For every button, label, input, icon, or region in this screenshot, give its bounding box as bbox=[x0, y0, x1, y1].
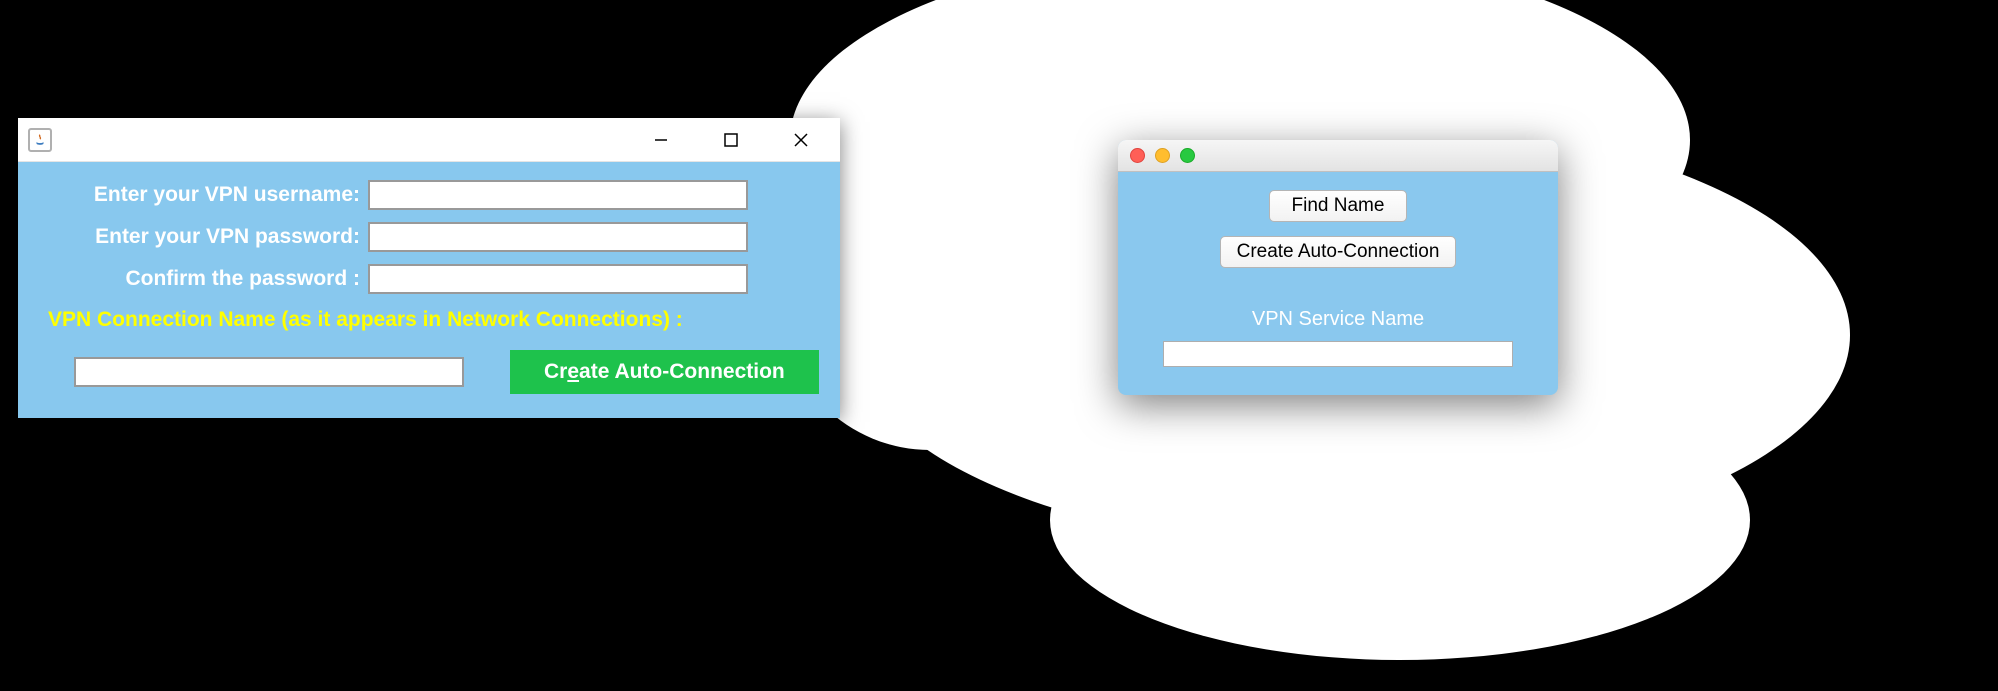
username-label: Enter your VPN username: bbox=[38, 183, 368, 207]
vpn-service-name-input[interactable] bbox=[1163, 341, 1513, 367]
create-button-prefix: Cr bbox=[544, 360, 567, 383]
zoom-button[interactable] bbox=[1180, 148, 1195, 163]
password-input[interactable] bbox=[368, 222, 748, 252]
find-name-button[interactable]: Find Name bbox=[1269, 190, 1408, 222]
java-icon bbox=[28, 128, 52, 152]
password-row: Enter your VPN password: bbox=[38, 222, 820, 252]
maximize-button[interactable] bbox=[696, 118, 766, 162]
create-auto-connection-button[interactable]: Create Auto-Connection bbox=[1220, 236, 1457, 268]
confirm-label: Confirm the password : bbox=[38, 267, 368, 291]
minimize-button[interactable] bbox=[1155, 148, 1170, 163]
close-button[interactable] bbox=[766, 118, 836, 162]
password-label: Enter your VPN password: bbox=[38, 225, 368, 249]
bottom-row: Create Auto-Connection bbox=[38, 350, 820, 394]
window-controls bbox=[626, 118, 836, 162]
minimize-button[interactable] bbox=[626, 118, 696, 162]
username-input[interactable] bbox=[368, 180, 748, 210]
close-button[interactable] bbox=[1130, 148, 1145, 163]
create-auto-connection-button[interactable]: Create Auto-Connection bbox=[510, 350, 819, 394]
vpn-service-name-label: VPN Service Name bbox=[1252, 308, 1424, 331]
window-titlebar bbox=[18, 118, 840, 162]
connection-name-label: VPN Connection Name (as it appears in Ne… bbox=[48, 308, 820, 332]
confirm-password-input[interactable] bbox=[368, 264, 748, 294]
windows-vpn-dialog: Enter your VPN username: Enter your VPN … bbox=[18, 118, 840, 418]
mac-body: Find Name Create Auto-Connection VPN Ser… bbox=[1118, 172, 1558, 395]
confirm-row: Confirm the password : bbox=[38, 264, 820, 294]
mac-vpn-dialog: Find Name Create Auto-Connection VPN Ser… bbox=[1118, 140, 1558, 395]
background-cloud bbox=[1050, 380, 1750, 660]
connection-name-input[interactable] bbox=[74, 357, 464, 387]
mac-titlebar bbox=[1118, 140, 1558, 172]
window-body: Enter your VPN username: Enter your VPN … bbox=[18, 162, 840, 418]
create-button-suffix: ate Auto-Connection bbox=[579, 360, 785, 383]
create-button-mnemonic: e bbox=[567, 360, 579, 383]
username-row: Enter your VPN username: bbox=[38, 180, 820, 210]
